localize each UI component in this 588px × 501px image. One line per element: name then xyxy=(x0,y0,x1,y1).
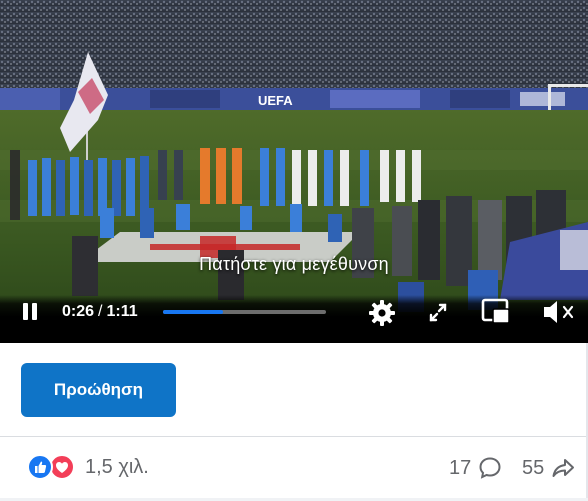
pause-bar-right xyxy=(32,303,37,320)
progress-bar[interactable] xyxy=(163,310,326,314)
picture-in-picture-icon[interactable] xyxy=(478,295,514,329)
reactions-summary[interactable]: 1,5 χιλ. xyxy=(27,453,149,481)
progress-fill xyxy=(163,310,223,314)
volume-icon[interactable] xyxy=(540,295,580,329)
like-icon xyxy=(27,454,53,480)
video-player[interactable]: UEFA Πατήστε για μεγέθυνση 0:26 / 1:11 xyxy=(0,0,588,343)
current-time: 0:26 xyxy=(62,303,95,320)
expand-icon[interactable] xyxy=(424,297,452,327)
video-controls-bar: 0:26/1:11 xyxy=(0,295,588,343)
shares-count-button[interactable]: 55 xyxy=(522,455,576,481)
duration: 1:11 xyxy=(106,303,138,320)
time-separator: / xyxy=(98,303,103,320)
comments-count-button[interactable]: 17 xyxy=(449,455,503,481)
pause-icon[interactable] xyxy=(22,303,38,321)
pause-bar-left xyxy=(23,303,28,320)
time-display: 0:26/1:11 xyxy=(62,303,138,321)
promote-button[interactable]: Προώθηση xyxy=(21,363,176,417)
divider xyxy=(0,436,588,437)
share-icon xyxy=(552,459,575,477)
gear-icon[interactable] xyxy=(366,297,398,329)
comment-icon xyxy=(479,457,501,479)
video-frame: UEFA xyxy=(0,0,588,343)
tap-to-enlarge-hint[interactable]: Πατήστε για μεγέθυνση xyxy=(0,254,588,275)
ad-board-text: UEFA xyxy=(258,93,293,108)
shares-count: 55 xyxy=(522,456,545,479)
comments-count: 17 xyxy=(449,456,472,479)
reactions-count: 1,5 χιλ. xyxy=(85,455,149,478)
